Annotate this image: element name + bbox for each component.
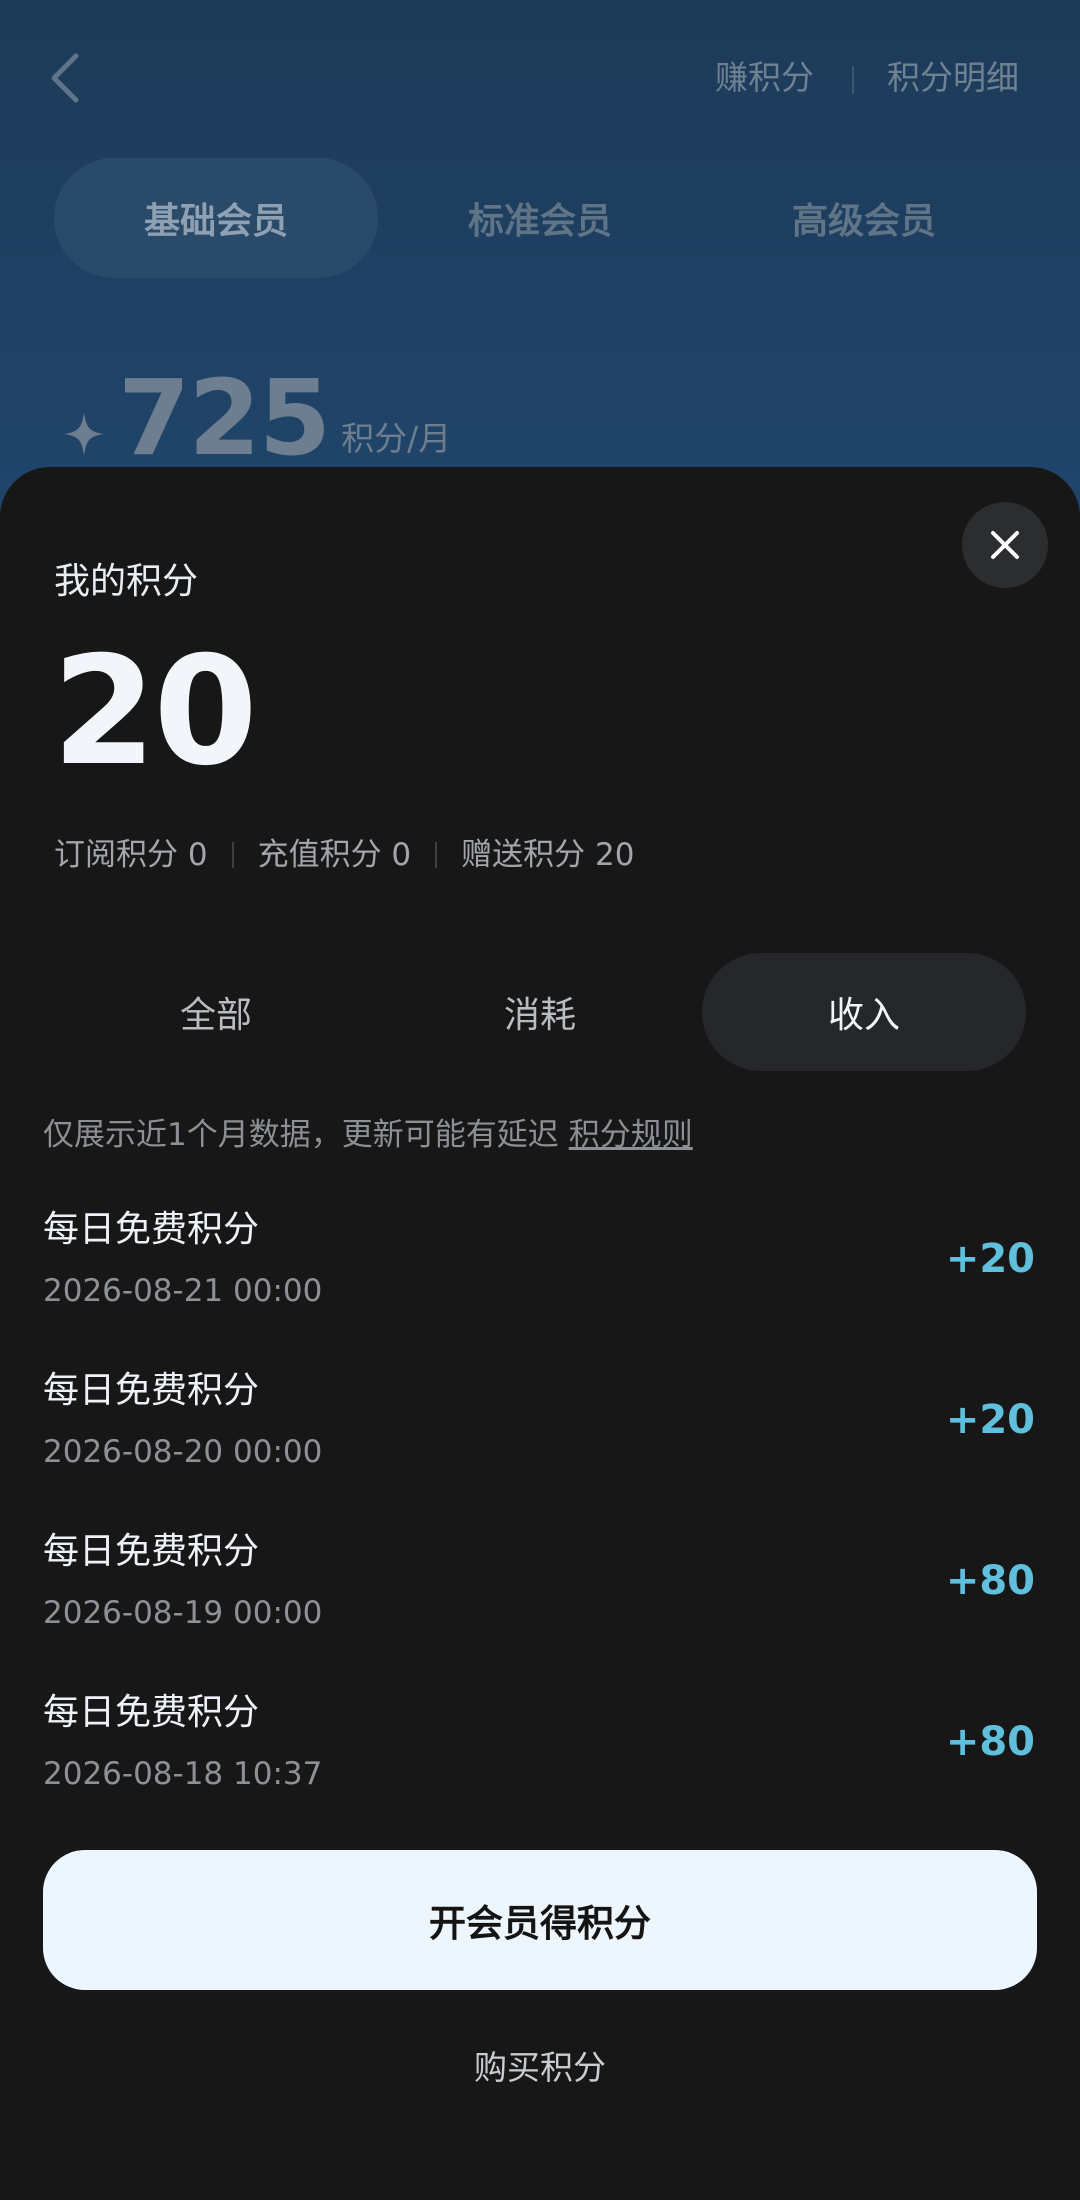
record-amount: +20: [945, 1397, 1035, 1443]
breakdown-divider: [435, 842, 438, 868]
points-records-list: 每日免费积分 2026-08-21 00:00 +20 每日免费积分 2026-…: [0, 1205, 1080, 1849]
list-item: 每日免费积分 2026-08-18 10:37 +80: [0, 1688, 1080, 1849]
points-detail-link[interactable]: 积分明细: [887, 54, 1019, 102]
breakdown-divider: [231, 842, 234, 868]
list-item: 每日免费积分 2026-08-19 00:00 +80: [0, 1527, 1080, 1688]
sparkle-icon: [64, 412, 104, 456]
close-button[interactable]: [962, 502, 1048, 588]
tab-all[interactable]: 全部: [54, 953, 378, 1071]
tab-income[interactable]: 收入: [702, 953, 1026, 1071]
subscription-points: 订阅积分 0: [54, 837, 208, 873]
record-time: 2026-08-18 10:37: [43, 1756, 323, 1792]
chevron-left-icon: [51, 53, 79, 103]
record-time: 2026-08-19 00:00: [43, 1595, 323, 1631]
tab-standard-member[interactable]: 标准会员: [378, 158, 702, 278]
points-balance: 20: [52, 625, 258, 799]
membership-page-background: 赚积分 积分明细 基础会员 标准会员 高级会员 725 积分/月: [0, 0, 1080, 520]
join-membership-button[interactable]: 开会员得积分: [43, 1850, 1037, 1990]
record-title: 每日免费积分: [43, 1531, 260, 1572]
record-filter-tabs: 全部 消耗 收入: [54, 953, 1026, 1071]
data-notice: 仅展示近1个月数据，更新可能有延迟 积分规则: [43, 1113, 693, 1157]
tab-consumption[interactable]: 消耗: [378, 953, 702, 1071]
record-title: 每日免费积分: [43, 1370, 260, 1411]
record-amount: +80: [945, 1558, 1035, 1604]
plan-points-row: 725 积分/月: [60, 360, 451, 470]
header-divider: [852, 66, 854, 94]
record-title: 每日免费积分: [43, 1692, 260, 1733]
record-amount: +80: [945, 1719, 1035, 1765]
record-amount: +20: [945, 1236, 1035, 1282]
plan-points-value: 725: [118, 357, 331, 479]
sheet-title: 我的积分: [54, 561, 199, 602]
plan-points-unit: 积分/月: [341, 419, 452, 458]
record-time: 2026-08-21 00:00: [43, 1273, 323, 1309]
list-item: 每日免费积分 2026-08-21 00:00 +20: [0, 1205, 1080, 1366]
tab-premium-member[interactable]: 高级会员: [702, 158, 1026, 278]
back-button[interactable]: [44, 50, 92, 106]
buy-points-link[interactable]: 购买积分: [0, 2045, 1080, 2091]
gift-points: 赠送积分 20: [461, 837, 635, 873]
record-time: 2026-08-20 00:00: [43, 1434, 323, 1470]
tab-basic-member[interactable]: 基础会员: [54, 158, 378, 278]
notice-text: 仅展示近1个月数据，更新可能有延迟: [43, 1117, 559, 1153]
recharge-points: 充值积分 0: [257, 837, 412, 873]
points-rules-link[interactable]: 积分规则: [569, 1117, 693, 1153]
list-item: 每日免费积分 2026-08-20 00:00 +20: [0, 1366, 1080, 1527]
earn-points-link[interactable]: 赚积分: [715, 54, 814, 102]
record-title: 每日免费积分: [43, 1209, 260, 1250]
my-points-sheet: 我的积分 20 订阅积分 0 充值积分 0 赠送积分 20 全部 消耗 收入 仅…: [0, 467, 1080, 2200]
membership-tier-tabs: 基础会员 标准会员 高级会员: [54, 158, 1026, 278]
close-icon: [991, 531, 1019, 559]
points-breakdown: 订阅积分 0 充值积分 0 赠送积分 20: [54, 833, 634, 877]
